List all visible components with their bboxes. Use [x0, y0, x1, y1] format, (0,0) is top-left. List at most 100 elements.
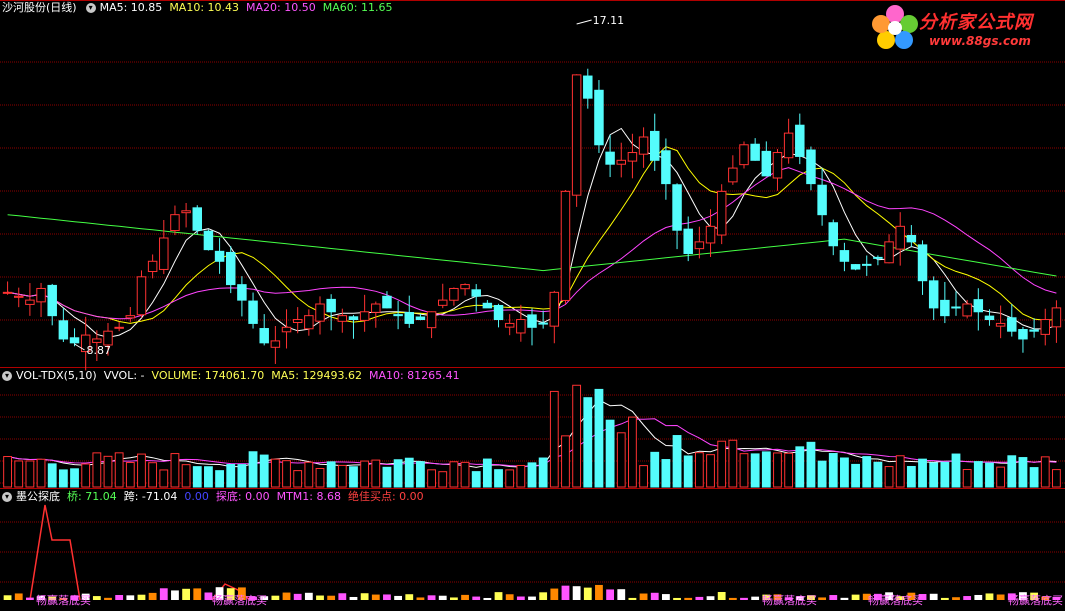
indicator-bar: [583, 587, 592, 600]
indicator-bar: [963, 596, 972, 600]
buy-signal-label: 畅赢落底买: [868, 593, 923, 607]
buy-signal-label: 畅赢落底买: [1008, 593, 1063, 607]
candle-body: [114, 326, 124, 329]
indicator-dropdown-icon[interactable]: ▾: [2, 492, 12, 502]
ma5-label: MA5: 10.85: [99, 1, 163, 14]
volume-bar: [549, 390, 559, 488]
volume-bar: [92, 452, 102, 488]
flower-logo-icon: [872, 5, 918, 49]
indicator-bar: [684, 597, 693, 600]
volume-bar: [851, 463, 860, 488]
indicator-bar: [427, 595, 436, 600]
volume-bar: [616, 432, 626, 488]
candle-body: [225, 251, 236, 286]
indicator-bar: [996, 594, 1005, 600]
buy-signal-label: 畅赢落底买: [762, 593, 817, 607]
indicator-bar: [405, 594, 414, 600]
candle-body: [371, 303, 381, 313]
bottom-probe-label: 探底: 0.00: [215, 490, 270, 503]
volume-bar: [895, 455, 905, 488]
volume-bar: [572, 384, 582, 488]
indicator-bar: [148, 592, 157, 600]
indicator-bar: [449, 597, 458, 600]
volume-bar: [1040, 456, 1050, 488]
candle-body: [828, 222, 839, 247]
indicator-bar: [92, 596, 101, 600]
volume-bar: [583, 397, 593, 488]
indicator-bar: [137, 594, 146, 600]
candle-body: [538, 322, 548, 325]
indicator-bar: [416, 597, 425, 600]
candle-body: [973, 299, 984, 313]
candle-body: [136, 276, 147, 316]
indicator-bar: [706, 596, 715, 600]
volume-bar: [382, 466, 392, 488]
candle-body: [783, 132, 794, 159]
indicator-bar: [940, 597, 949, 600]
volume-bar: [906, 465, 916, 488]
volume-bar: [817, 460, 827, 488]
indicator-header: ▾ 墨公探底 桥: 71.04 跨: -71.04 0.00 探底: 0.00 …: [0, 489, 431, 505]
volume-bar: [605, 419, 615, 488]
volume-dropdown-icon[interactable]: ▾: [2, 371, 12, 381]
candle-body: [382, 295, 392, 309]
volume-bar: [739, 453, 749, 488]
volume-ma5-label: MA5: 129493.62: [271, 369, 362, 382]
candle-body: [460, 284, 470, 290]
candle-body: [92, 338, 102, 343]
indicator-bar: [304, 592, 313, 600]
indicator-bar: [3, 595, 12, 600]
logo-text: 分析家公式网: [919, 12, 1033, 33]
indicator-bar: [115, 595, 124, 600]
candle-body: [895, 225, 905, 250]
high-price-label: 17.11: [593, 14, 625, 27]
volume-bar: [516, 464, 526, 488]
candle-body: [393, 314, 403, 317]
volume-bar: [237, 464, 247, 488]
candle-body: [716, 190, 727, 236]
indicator-bar: [25, 597, 34, 600]
indicator-bar: [717, 592, 726, 600]
candle-body: [2, 291, 13, 294]
candle-body: [449, 287, 459, 301]
candle-body: [1018, 329, 1028, 340]
volume-ma10-label: MA10: 81265.41: [368, 369, 460, 382]
candle-body: [750, 143, 760, 161]
indicator-bar: [818, 597, 827, 600]
volume-bar: [326, 461, 336, 488]
candle-body: [326, 298, 336, 313]
indicator-bar: [338, 593, 347, 600]
candle-body: [527, 314, 537, 328]
volume-bar: [14, 460, 24, 488]
indicator-bar: [840, 597, 849, 600]
indicator-bar: [316, 595, 324, 600]
ma20-label: MA20: 10.50: [246, 1, 316, 14]
stock-chart[interactable]: 畅赢落底买 畅赢落底买 畅赢落底买 畅赢落底买 畅赢落底买 17.11 8.87: [0, 0, 1065, 611]
volume-bar: [985, 462, 994, 488]
volume-bar: [494, 469, 503, 488]
volume-value-label: VOLUME: 174061.70: [151, 369, 265, 382]
volume-bar: [862, 456, 872, 488]
volume-bar: [538, 457, 548, 488]
indicator-bar: [528, 596, 536, 600]
indicator-bar: [193, 588, 202, 600]
candle-body: [159, 237, 169, 270]
candle-body: [873, 256, 883, 259]
volume-bar: [337, 464, 347, 488]
volume-bar: [1018, 457, 1028, 488]
indicator-bar: [561, 585, 570, 600]
header-dropdown-icon[interactable]: ▾: [85, 3, 96, 13]
indicator-bar: [126, 595, 135, 600]
volume-bar: [661, 459, 671, 488]
volume-bar: [929, 462, 939, 488]
volume-bar: [137, 453, 146, 488]
volume-bar: [694, 452, 704, 488]
candle-body: [1040, 319, 1051, 335]
candle-body: [627, 152, 638, 162]
candle-body: [850, 264, 861, 270]
candle-body: [237, 284, 247, 301]
indicator-bar: [650, 592, 659, 600]
indicator-bar: [14, 593, 23, 600]
candle-body: [694, 241, 705, 250]
candle-body: [806, 149, 816, 185]
